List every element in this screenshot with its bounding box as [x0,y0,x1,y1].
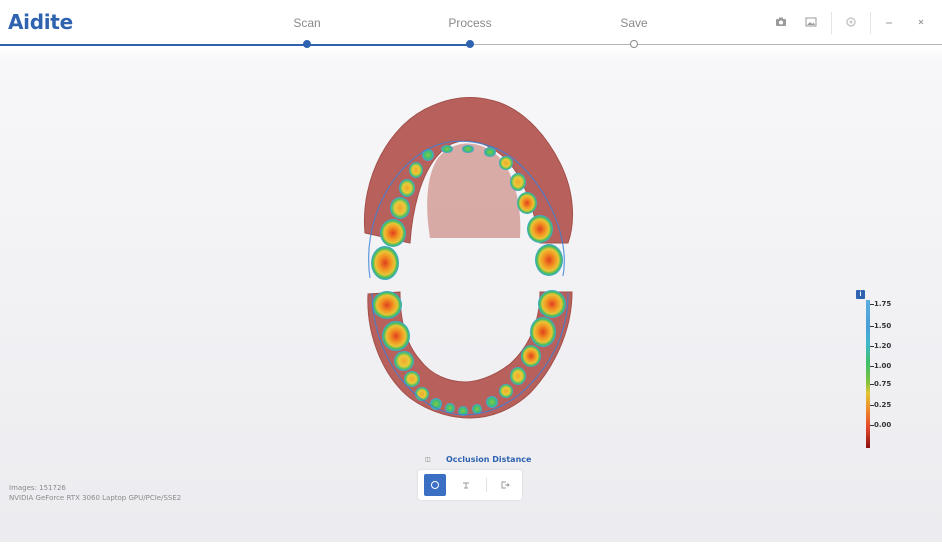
tooth[interactable] [415,387,429,401]
lower-arch[interactable] [367,290,573,419]
scale-label: 0.25 [874,401,892,409]
image-icon[interactable] [804,16,818,30]
toolbar-separator [870,12,871,34]
scale-label: 1.00 [874,362,892,370]
tooth[interactable] [445,403,455,413]
scale-label: 1.50 [874,322,892,330]
app-logo: Aidite [8,10,73,34]
tooth[interactable] [390,197,410,219]
step-scan-label[interactable]: Scan [293,16,320,30]
tooth[interactable] [510,173,526,191]
occlusion-distance-title: Occlusion Distance [446,455,532,464]
tooth[interactable] [394,351,414,371]
occlusion-toggle-icon[interactable]: ◫ [425,456,431,463]
tool-separator [486,478,487,492]
toolbar-separator [831,12,832,34]
tooth[interactable] [409,162,423,178]
align-tool-icon[interactable] [455,474,477,496]
circle-tool-icon[interactable] [424,474,446,496]
tooth[interactable] [380,219,406,247]
tooth[interactable] [499,384,513,398]
distance-color-scale: i 1.75 1.50 1.20 1.00 0.75 0.25 0.00 [856,290,896,452]
minimize-icon[interactable] [882,16,896,30]
scale-label: 0.00 [874,421,892,429]
tooth[interactable] [499,156,513,170]
tooth[interactable] [530,317,556,347]
tooth[interactable] [382,321,410,351]
step-save-label[interactable]: Save [620,16,647,30]
close-icon[interactable] [914,16,928,30]
tooth[interactable] [521,345,541,367]
tooth[interactable] [472,404,482,414]
tooth[interactable] [535,244,563,276]
tooth[interactable] [527,215,553,243]
occlusion-tool-panel [418,470,522,500]
scale-label: 0.75 [874,380,892,388]
tooth[interactable] [538,290,566,318]
step-save-dot[interactable] [630,40,638,48]
camera-icon[interactable] [774,16,788,30]
tooth[interactable] [484,147,496,157]
settings-icon[interactable] [844,16,858,30]
step-scan-dot[interactable] [303,40,311,48]
tooth[interactable] [371,246,399,280]
exit-icon[interactable] [494,474,516,496]
3d-viewport[interactable] [0,48,942,542]
gpu-info: NVIDIA GeForce RTX 3060 Laptop GPU/PCIe/… [9,494,182,502]
tooth[interactable] [441,145,453,153]
dental-scan-render[interactable] [0,48,942,542]
tooth[interactable] [486,396,498,408]
image-count: Images: 151726 [9,484,66,492]
scale-info-icon[interactable]: i [856,290,865,299]
step-process-label[interactable]: Process [448,16,491,30]
upper-arch[interactable] [363,97,574,280]
scale-label: 1.20 [874,342,892,350]
scale-label: 1.75 [874,300,892,308]
tooth[interactable] [517,192,537,214]
step-process-dot[interactable] [466,40,474,48]
progress-line-pending [470,44,942,45]
tooth[interactable] [462,145,474,153]
tooth[interactable] [372,291,402,319]
tooth[interactable] [510,367,526,385]
tooth[interactable] [399,179,415,197]
top-bar: Aidite Scan Process Save [0,0,942,48]
progress-line-done [0,44,470,46]
